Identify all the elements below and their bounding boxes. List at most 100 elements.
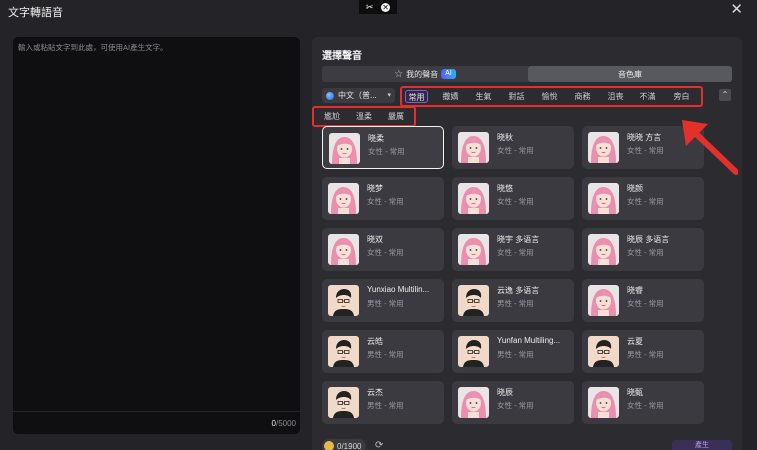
category-tag[interactable]: 愉悅 xyxy=(536,90,563,103)
category-tag[interactable]: 嚴厲 xyxy=(382,110,410,123)
voice-desc: 女性 - 常用 xyxy=(627,197,664,206)
voice-card[interactable]: 晓柔 女性 - 常用 xyxy=(322,126,444,169)
voice-name: 晓柔 xyxy=(368,134,384,143)
voice-name: 晓宇 多语言 xyxy=(497,235,540,244)
voice-name: 晓辰 多语言 xyxy=(627,235,670,244)
voice-name: 云夏 xyxy=(627,337,643,346)
voice-avatar xyxy=(328,234,359,265)
close-circle-icon[interactable]: ✕ xyxy=(381,2,391,12)
voice-card[interactable]: 云夏男性 - 常用 xyxy=(582,330,704,373)
voice-name: 晓甄 xyxy=(627,388,643,397)
voice-panel-title: 選擇聲音 xyxy=(322,51,362,62)
voice-avatar xyxy=(458,285,489,316)
category-tag[interactable]: 不滿 xyxy=(634,90,661,103)
category-tag[interactable]: 尷尬 xyxy=(318,110,346,123)
voice-name: 晓颜 xyxy=(627,184,643,193)
voice-desc: 女性 - 常用 xyxy=(627,401,664,410)
voice-card[interactable]: Yunxiao Multilin... 男性 - 常用 xyxy=(322,279,444,322)
voice-panel: 選擇聲音 ☆ 我的聲音 AI 音色庫 中文（普... ▾ 常用 撒嬌 生氣 對話 愉悅商… xyxy=(312,37,742,450)
char-count: 0/5000 xyxy=(271,419,296,428)
generate-button[interactable]: 產生 xyxy=(672,440,732,450)
voice-library-tab[interactable]: 音色庫 xyxy=(528,66,732,82)
voice-source-toggle: ☆ 我的聲音 AI 音色庫 xyxy=(322,66,732,82)
category-tag[interactable]: 商務 xyxy=(569,90,596,103)
voice-card[interactable]: 晓梦 女性 - 常用 xyxy=(322,177,444,220)
editor-divider xyxy=(13,411,300,412)
voice-avatar xyxy=(458,387,489,418)
refresh-icon[interactable]: ⟳ xyxy=(375,440,383,450)
category-tag[interactable]: 沮喪 xyxy=(602,90,629,103)
voice-avatar xyxy=(458,336,489,367)
voice-name: 晓秋 xyxy=(497,133,513,142)
voice-name: 云皓 xyxy=(367,337,383,346)
language-value: 中文（普... xyxy=(338,91,377,100)
category-tag[interactable]: 常用 xyxy=(405,90,428,103)
voice-card[interactable]: 云皓男性 - 常用 xyxy=(322,330,444,373)
voice-name: 晓辰 xyxy=(497,388,513,397)
voice-avatar xyxy=(588,234,619,265)
voice-desc: 男性 - 常用 xyxy=(497,299,534,308)
voice-avatar xyxy=(588,285,619,316)
close-icon[interactable]: ✕ xyxy=(730,2,743,18)
text-editor[interactable]: 輸入或粘貼文字到此處，可使用AI產生文字。 0/5000 xyxy=(13,37,300,434)
category-tag[interactable]: 溫柔 xyxy=(350,110,378,123)
voice-avatar xyxy=(328,387,359,418)
voice-avatar xyxy=(458,234,489,265)
voice-desc: 男性 - 常用 xyxy=(367,299,404,308)
voice-desc: 男性 - 常用 xyxy=(367,350,404,359)
language-select[interactable]: 中文（普... ▾ xyxy=(322,88,395,103)
category-tag[interactable]: 生氣 xyxy=(470,90,497,103)
voice-name: Yunxiao Multilin... xyxy=(367,285,430,294)
voice-desc: 女性 - 常用 xyxy=(627,146,664,155)
voice-avatar xyxy=(458,132,489,163)
voice-name: Yunfan Multiling... xyxy=(497,336,561,345)
voice-desc: 女性 - 常用 xyxy=(367,197,404,206)
credits-badge: 0/1900 xyxy=(322,439,367,450)
voice-avatar xyxy=(588,387,619,418)
voice-avatar xyxy=(329,133,360,164)
voice-avatar xyxy=(328,285,359,316)
voice-card[interactable]: 晓辰女性 - 常用 xyxy=(452,381,574,424)
voice-card[interactable]: 晓秋女性 - 常用 xyxy=(452,126,574,169)
voice-desc: 女性 - 常用 xyxy=(497,401,534,410)
voice-avatar xyxy=(588,183,619,214)
editor-placeholder: 輸入或粘貼文字到此處，可使用AI產生文字。 xyxy=(18,43,168,52)
voice-desc: 男性 - 常用 xyxy=(627,350,664,359)
credits-value: 0/1900 xyxy=(337,441,362,450)
voice-desc: 女性 - 常用 xyxy=(367,248,404,257)
voice-desc: 女性 - 常用 xyxy=(497,146,534,155)
category-tag[interactable]: 對話 xyxy=(503,90,530,103)
voice-card[interactable]: 晓睿女性 - 常用 xyxy=(582,279,704,322)
globe-icon xyxy=(326,91,334,100)
window-title: 文字轉語音 xyxy=(8,7,63,19)
star-icon: ☆ xyxy=(394,68,404,80)
category-tag[interactable]: 撒嬌 xyxy=(437,90,464,103)
voice-desc: 女性 - 常用 xyxy=(497,248,534,257)
voice-card[interactable]: 晓悠 女性 - 常用 xyxy=(452,177,574,220)
my-voice-tab[interactable]: ☆ 我的聲音 AI xyxy=(322,66,528,82)
voice-desc: 女性 - 常用 xyxy=(627,299,664,308)
voice-card[interactable]: 晓辰 多语言 女性 - 常用 xyxy=(582,228,704,271)
voice-desc: 女性 - 常用 xyxy=(497,197,534,206)
voice-name: 晓双 xyxy=(367,235,383,244)
voice-name: 云杰 xyxy=(367,388,383,397)
voice-card[interactable]: 晓甄女性 - 常用 xyxy=(582,381,704,424)
ai-badge: AI xyxy=(441,69,456,79)
voice-card[interactable]: 晓宇 多语言 女性 - 常用 xyxy=(452,228,574,271)
voice-card[interactable]: Yunfan Multiling... 男性 - 常用 xyxy=(452,330,574,373)
voice-card[interactable]: 晓双女性 - 常用 xyxy=(322,228,444,271)
voice-avatar xyxy=(328,336,359,367)
voice-name: 晓睿 xyxy=(627,286,643,295)
voice-card[interactable]: 晓颜女性 - 常用 xyxy=(582,177,704,220)
chevron-down-icon: ▾ xyxy=(387,92,391,99)
category-tag[interactable]: 旁白 xyxy=(668,90,695,103)
scissors-icon[interactable]: ✂ xyxy=(366,2,374,12)
voice-avatar xyxy=(588,336,619,367)
voice-avatar xyxy=(328,183,359,214)
collapse-button[interactable]: ⌃ xyxy=(719,89,731,101)
tts-window: 文字轉語音 ✕ ✂ ✕ 輸入或粘貼文字到此處，可使用AI產生文字。 0/5000… xyxy=(0,0,757,450)
annotation-arrow xyxy=(682,120,738,175)
my-voice-label: 我的聲音 xyxy=(406,69,439,79)
voice-card[interactable]: 云逸 多语言 男性 - 常用 xyxy=(452,279,574,322)
voice-card[interactable]: 云杰 男性 - 常用 xyxy=(322,381,444,424)
